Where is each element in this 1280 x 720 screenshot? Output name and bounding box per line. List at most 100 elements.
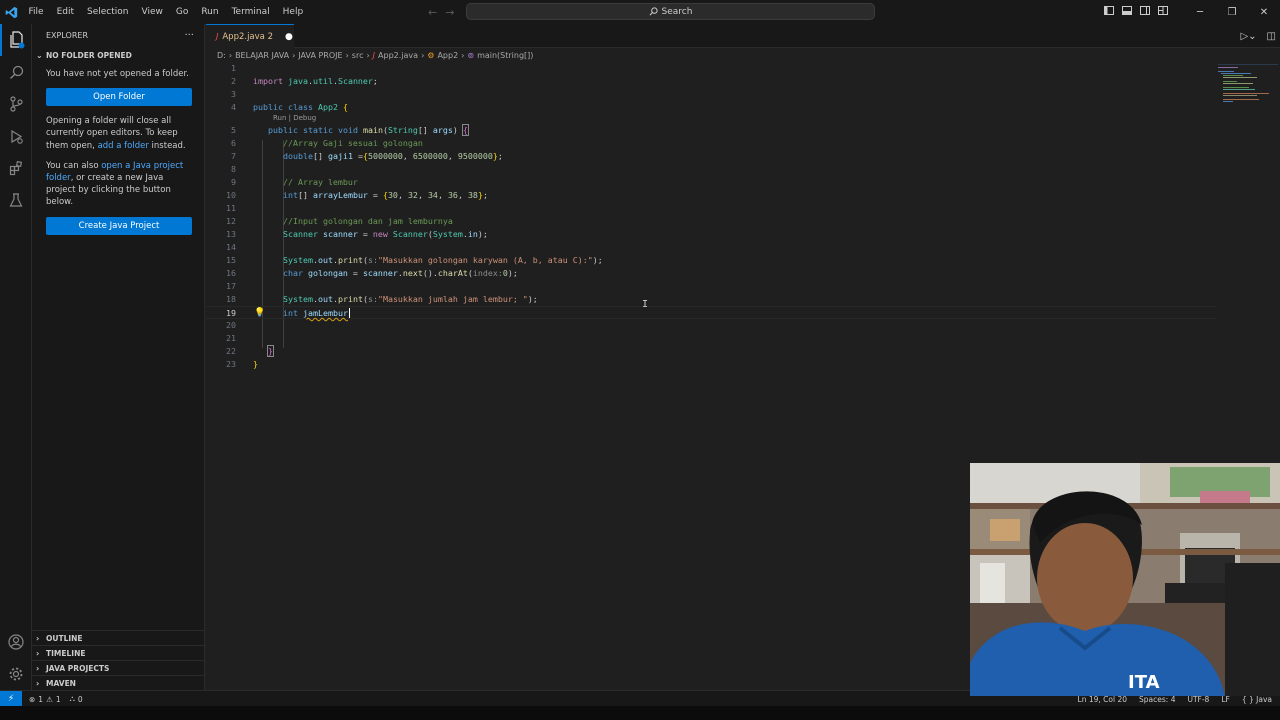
no-folder-body: You have not yet opened a folder. Open F… [32, 64, 204, 235]
tab-app2-java[interactable]: J App2.java 2 ● [206, 24, 294, 48]
code-line: 3 [206, 88, 1216, 101]
line-number: 17 [226, 281, 236, 291]
menu-help[interactable]: Help [276, 0, 310, 24]
code-line: 4 public class App2 { [206, 101, 1216, 114]
testing-icon[interactable] [0, 184, 32, 216]
line-number: 4 [231, 102, 236, 112]
breadcrumb-item[interactable]: JAVA PROJE [298, 51, 342, 60]
line-number: 5 [231, 125, 236, 135]
line-number: 18 [226, 294, 236, 304]
toggle-secondary-sidebar-icon[interactable] [1136, 6, 1154, 18]
menu-terminal[interactable]: Terminal [225, 0, 276, 24]
no-folder-section-header[interactable]: ⌄ NO FOLDER OPENED [32, 46, 204, 64]
code-line: 2 import java.util.Scanner; [206, 75, 1216, 88]
line-number: 8 [231, 164, 236, 174]
line-content: Scanner scanner = new Scanner(System.in)… [282, 229, 488, 239]
breadcrumb-item[interactable]: D: [217, 51, 226, 60]
breadcrumb-method[interactable]: main(String[]) [477, 51, 533, 60]
toggle-sidebar-icon[interactable] [1100, 6, 1118, 18]
menu-view[interactable]: View [135, 0, 169, 24]
section-label: JAVA PROJECTS [46, 663, 110, 673]
menu-selection[interactable]: Selection [81, 0, 135, 24]
search-icon[interactable] [0, 56, 32, 88]
code-line: 7 double[] gaji1 ={5000000, 6500000, 950… [206, 150, 1216, 163]
line-number: 7 [231, 151, 236, 161]
editor-actions: ▷⌄ ◫ [1240, 24, 1276, 48]
error-icon: ⊗ [29, 694, 36, 704]
activity-bar [0, 24, 32, 690]
maven-section[interactable]: › MAVEN [32, 675, 205, 690]
menu-edit[interactable]: Edit [50, 0, 80, 24]
breadcrumb-file[interactable]: App2.java [378, 51, 418, 60]
editor-tab-bar: J App2.java 2 ● ▷⌄ ◫ [206, 24, 1280, 48]
more-actions-icon[interactable]: ··· [184, 30, 194, 41]
menu-bar: File Edit Selection View Go Run Terminal… [22, 0, 310, 24]
accounts-icon[interactable] [0, 626, 32, 658]
line-number: 1 [231, 63, 236, 73]
chevron-right-icon: › [36, 663, 40, 673]
line-number: 23 [226, 359, 236, 369]
menu-file[interactable]: File [22, 0, 50, 24]
open-folder-hint: Opening a folder will close all currentl… [46, 115, 191, 152]
command-center-search[interactable]: Search [466, 3, 875, 20]
breadcrumb-item[interactable]: src [352, 51, 364, 60]
section-label: MAVEN [46, 678, 76, 688]
extensions-icon[interactable] [0, 152, 32, 184]
java-projects-section[interactable]: › JAVA PROJECTS [32, 660, 205, 675]
close-icon[interactable]: ✕ [1248, 7, 1280, 18]
split-editor-icon[interactable]: ◫ [1267, 31, 1276, 42]
line-content: // Array lembur [282, 177, 358, 187]
breadcrumb-class[interactable]: App2 [437, 51, 458, 60]
codelens-run-debug[interactable]: Run | Debug [273, 114, 316, 122]
line-number: 22 [226, 346, 236, 356]
settings-gear-icon[interactable] [0, 658, 32, 690]
create-java-project-button[interactable]: Create Java Project [46, 216, 192, 235]
chevron-right-icon: › [36, 633, 40, 643]
remote-indicator-icon[interactable]: ⚡ [0, 691, 22, 707]
title-bar: File Edit Selection View Go Run Terminal… [0, 0, 1280, 24]
warning-icon: ⚠ [46, 694, 53, 704]
restore-icon[interactable]: ❐ [1216, 7, 1248, 18]
breadcrumb: D: › BELAJAR JAVA › JAVA PROJE › src › J App… [206, 48, 1280, 62]
line-number: 16 [226, 268, 236, 278]
line-content: public class App2 { [253, 102, 348, 112]
chevron-down-icon: ⌄ [36, 50, 43, 60]
code-line: 12 //Input golongan dan jam lemburnya [206, 215, 1216, 228]
error-count: 1 [38, 694, 44, 704]
line-number: 11 [226, 203, 236, 213]
search-label: Search [661, 6, 693, 17]
breadcrumb-separator-icon: › [421, 50, 425, 60]
webcam-overlay: ITA [970, 463, 1280, 696]
add-folder-link[interactable]: add a folder [98, 141, 149, 151]
ports-icon: ⛬ [69, 694, 75, 703]
line-number: 12 [226, 216, 236, 226]
open-folder-button[interactable]: Open Folder [46, 88, 192, 107]
ports-count: 0 [77, 694, 83, 704]
run-java-icon[interactable]: ▷⌄ [1240, 31, 1256, 42]
source-control-icon[interactable] [0, 88, 32, 120]
unsaved-dot-icon[interactable]: ● [285, 32, 293, 42]
timeline-section[interactable]: › TIMELINE [32, 645, 205, 660]
explorer-icon[interactable] [0, 24, 32, 56]
line-number: 6 [231, 138, 236, 148]
explorer-sidebar: EXPLORER ··· ⌄ NO FOLDER OPENED You have… [32, 24, 205, 690]
line-content: char golongan = scanner.next().charAt(in… [282, 268, 518, 278]
menu-go[interactable]: Go [169, 0, 194, 24]
problems-indicator[interactable]: ⊗ 1 ⚠ 1 ⛬ 0 [29, 691, 83, 707]
code-line: 22 } [206, 345, 1216, 358]
no-folder-message: You have not yet opened a folder. [46, 69, 189, 79]
method-icon: ⊚ [467, 50, 475, 60]
code-line: 20 [206, 319, 1216, 332]
code-line: 14 [206, 241, 1216, 254]
code-line: 5 public static void main(String[] args)… [206, 124, 1216, 137]
toggle-panel-icon[interactable] [1118, 6, 1136, 18]
back-arrow-icon[interactable]: ← [428, 6, 437, 19]
run-debug-icon[interactable] [0, 120, 32, 152]
line-number: 15 [226, 255, 236, 265]
customize-layout-icon[interactable] [1154, 6, 1172, 18]
minimize-icon[interactable]: ─ [1184, 7, 1216, 18]
forward-arrow-icon[interactable]: → [445, 6, 454, 19]
outline-section[interactable]: › OUTLINE [32, 630, 205, 645]
menu-run[interactable]: Run [195, 0, 225, 24]
breadcrumb-item[interactable]: BELAJAR JAVA [235, 51, 289, 60]
